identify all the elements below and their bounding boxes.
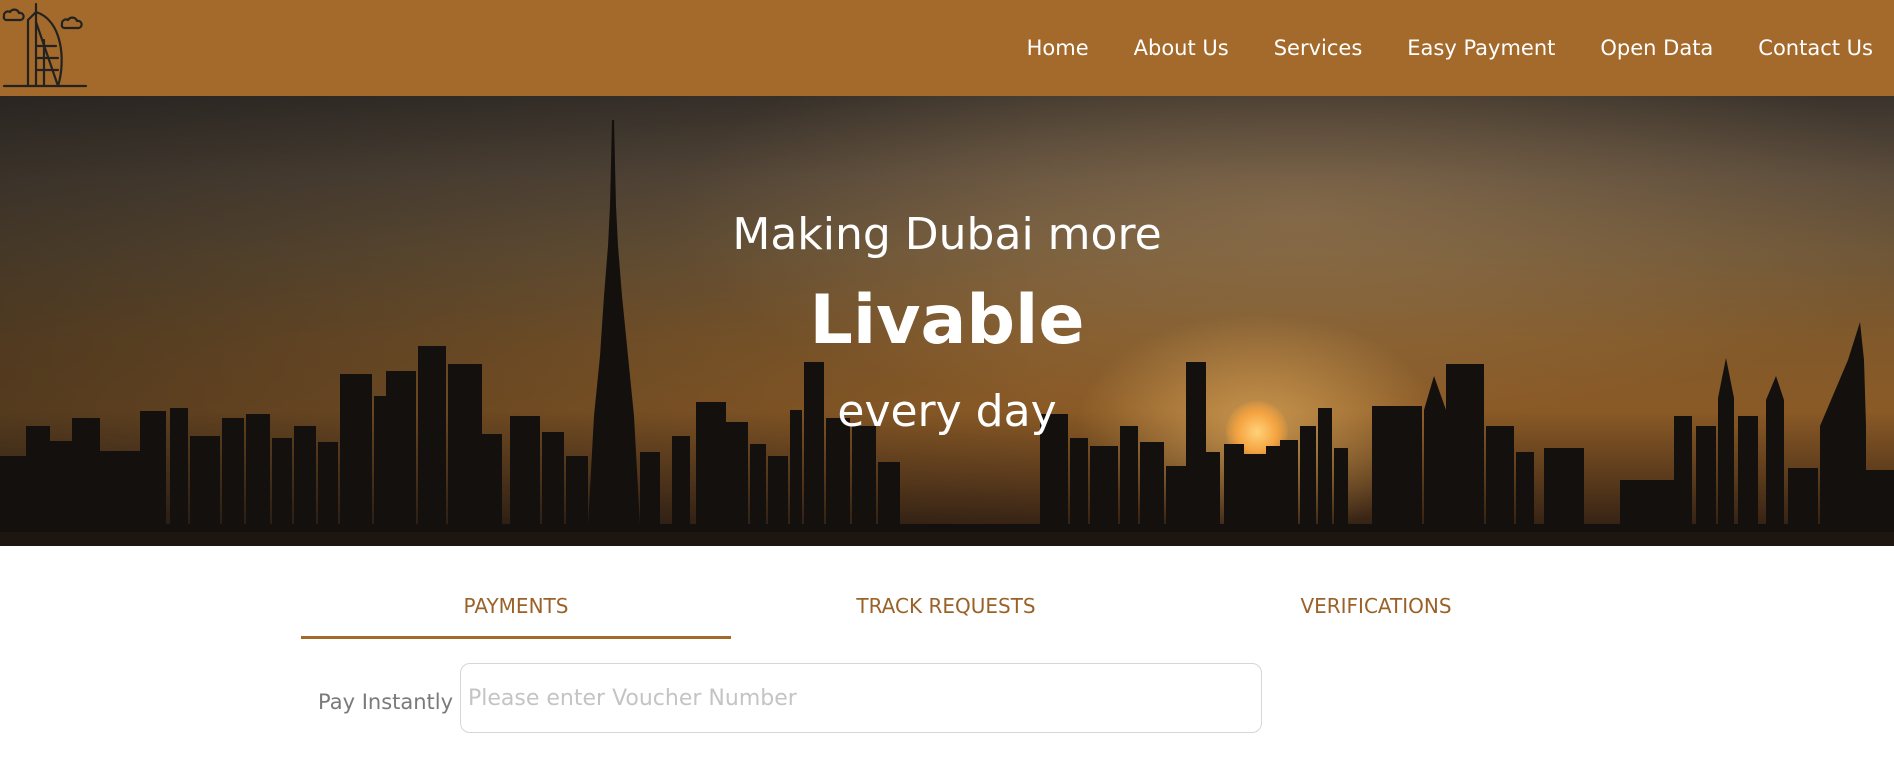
nav-link-home[interactable]: Home xyxy=(1027,36,1089,60)
tab-verifications[interactable]: VERIFICATIONS xyxy=(1161,580,1591,639)
nav-link-services[interactable]: Services xyxy=(1274,36,1363,60)
nav-link-open-data[interactable]: Open Data xyxy=(1600,36,1713,60)
service-tabs: PAYMENTS TRACK REQUESTS VERIFICATIONS xyxy=(301,580,1593,642)
main-nav: Home About Us Services Easy Payment Open… xyxy=(982,0,1873,96)
nav-link-easy-payment[interactable]: Easy Payment xyxy=(1407,36,1555,60)
top-navbar: Home About Us Services Easy Payment Open… xyxy=(0,0,1894,96)
hero-heading-line3: every day xyxy=(837,386,1057,437)
tab-track-requests[interactable]: TRACK REQUESTS xyxy=(731,580,1161,639)
hero-text: Making Dubai more Livable every day xyxy=(0,96,1894,546)
hero-heading-line1: Making Dubai more xyxy=(732,209,1162,260)
hero-heading-emphasis: Livable xyxy=(809,281,1085,360)
logo[interactable] xyxy=(0,0,92,92)
pay-instantly-label: Pay Instantly xyxy=(318,690,454,714)
burj-al-arab-icon xyxy=(2,2,88,88)
voucher-number-input[interactable] xyxy=(460,663,1262,733)
hero-banner: Making Dubai more Livable every day xyxy=(0,96,1894,546)
tab-payments[interactable]: PAYMENTS xyxy=(301,580,731,639)
nav-link-about-us[interactable]: About Us xyxy=(1134,36,1229,60)
nav-link-contact-us[interactable]: Contact Us xyxy=(1758,36,1873,60)
